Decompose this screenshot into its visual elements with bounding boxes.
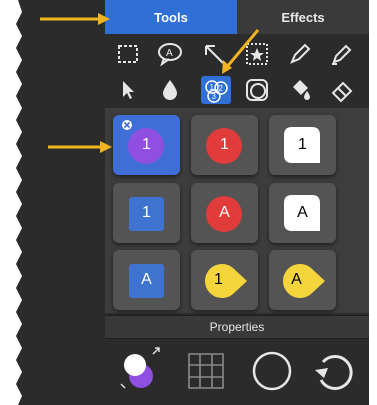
annotation-arrow-tabs xyxy=(40,13,110,25)
blur-drop-icon[interactable] xyxy=(155,76,185,104)
circle-outline-icon[interactable] xyxy=(249,348,295,394)
eraser-icon[interactable] xyxy=(327,76,357,104)
style-tile-2[interactable]: 1 xyxy=(191,115,258,175)
style-label: A xyxy=(219,204,230,221)
style-label: 1 xyxy=(220,136,229,153)
annotation-arrow-style xyxy=(48,141,112,153)
style-label: 1 xyxy=(298,136,307,153)
speech-bubble-icon[interactable]: A xyxy=(155,40,185,68)
pen-icon[interactable] xyxy=(285,40,315,68)
style-tile-9[interactable]: A xyxy=(269,250,336,310)
svg-text:2: 2 xyxy=(219,84,224,93)
style-label: A xyxy=(291,271,302,288)
grid-icon[interactable] xyxy=(183,348,229,394)
style-tile-6[interactable]: A xyxy=(269,183,336,243)
highlighter-icon[interactable] xyxy=(327,40,357,68)
svg-text:A: A xyxy=(166,48,173,59)
selection-rect-icon[interactable] xyxy=(113,40,143,68)
style-tile-1[interactable]: 1 xyxy=(113,115,180,175)
style-label: 1 xyxy=(214,271,223,288)
style-label: A xyxy=(141,271,152,288)
style-tile-7[interactable]: A xyxy=(113,250,180,310)
undo-icon[interactable] xyxy=(311,348,357,394)
color-swatch-icon[interactable] xyxy=(117,346,163,392)
shape-icon[interactable] xyxy=(242,76,272,104)
fill-bucket-icon[interactable] xyxy=(285,76,315,104)
style-grid: 1 1 1 1 A A A 1 A xyxy=(105,108,369,313)
style-tile-3[interactable]: 1 xyxy=(269,115,336,175)
svg-text:3: 3 xyxy=(212,92,217,101)
style-label: 1 xyxy=(142,136,151,153)
properties-header: Properties xyxy=(105,315,369,339)
style-tile-4[interactable]: 1 xyxy=(113,183,180,243)
style-tile-8[interactable]: 1 xyxy=(191,250,258,310)
style-label: A xyxy=(297,204,308,221)
counter-tool-icon[interactable]: 123 xyxy=(201,76,231,104)
style-tile-5[interactable]: A xyxy=(191,183,258,243)
style-label: 1 xyxy=(142,204,151,221)
annotation-arrow-tool xyxy=(222,29,260,74)
pointer-icon[interactable] xyxy=(113,76,143,104)
